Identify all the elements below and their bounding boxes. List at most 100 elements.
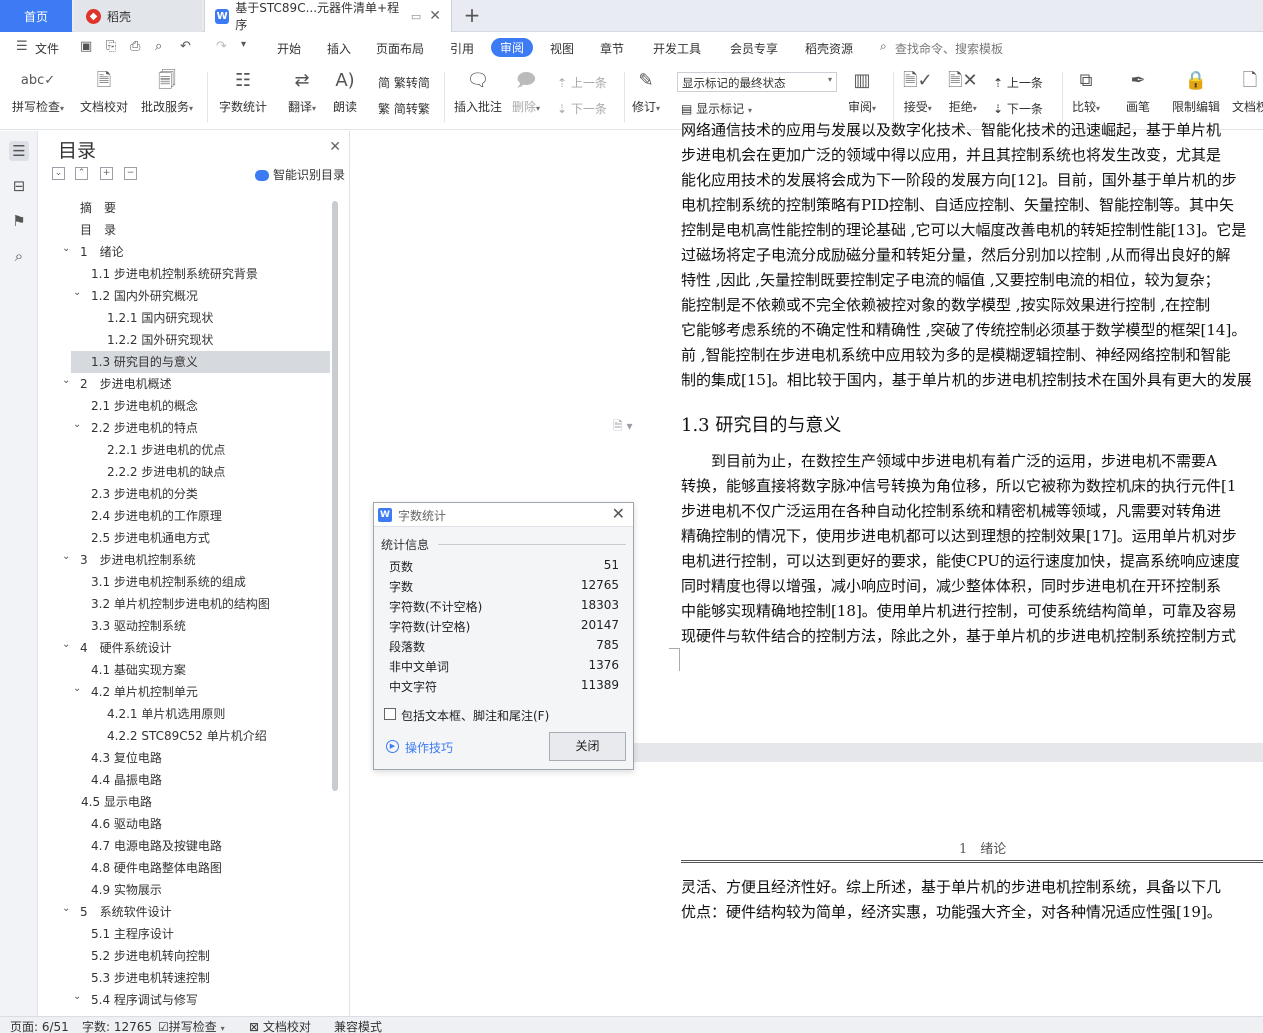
chevron-down-icon[interactable]: ⌄ xyxy=(73,678,81,700)
toc-item[interactable]: 4.2.1 单片机选用原则 xyxy=(38,703,330,725)
toc-item[interactable]: 2.2.1 步进电机的优点 xyxy=(38,439,330,461)
toc-item[interactable]: 2.5 步进电机通电方式 xyxy=(38,527,330,549)
tab-daoke[interactable]: ◆ 稻壳 xyxy=(74,0,202,32)
undo-icon[interactable]: ↶ xyxy=(180,39,191,54)
toc-item[interactable]: ⌄ 2 步进电机概述 xyxy=(38,373,330,395)
toc-item[interactable]: 4.6 驱动电路 xyxy=(38,813,330,835)
tab-pin-icon[interactable]: ▭ xyxy=(411,10,421,23)
doc-rights-button[interactable]: 🗋 文档权 xyxy=(1232,68,1263,115)
expand-up-icon[interactable]: ⌃ xyxy=(75,167,88,180)
hamburger-icon[interactable]: ☰ xyxy=(16,39,28,54)
toc-item[interactable]: 5.1 主程序设计 xyxy=(38,923,330,945)
toc-item[interactable]: 4.4 晶振电路 xyxy=(38,769,330,791)
include-footnotes-label[interactable]: 包括文本框、脚注和尾注(F) xyxy=(401,707,549,724)
tab-document[interactable]: W 基于STC89C...元器件清单+程序 ▭ ✕ xyxy=(204,0,452,32)
toc-item[interactable]: 3.3 驱动控制系统 xyxy=(38,615,330,637)
chevron-down-icon[interactable]: ⌄ xyxy=(62,634,70,656)
toc-item[interactable]: 1.1 步进电机控制系统研究背景 xyxy=(38,263,330,285)
accept-button[interactable]: 🗎✓ 接受▾ xyxy=(903,68,933,115)
smart-toc-button[interactable]: 智能识别目录 xyxy=(254,166,345,183)
menu-page-layout[interactable]: 页面布局 xyxy=(376,40,424,57)
command-search[interactable]: 查找命令、搜索模板 xyxy=(895,40,1003,57)
tab-close-icon[interactable]: ✕ xyxy=(429,8,441,24)
review-pane-button[interactable]: ▥ 审阅▾ xyxy=(848,68,876,115)
restrict-edit-button[interactable]: 🔒 限制编辑 xyxy=(1172,68,1220,115)
delete-comment-button[interactable]: 🗩 删除▾ xyxy=(512,68,540,115)
prev-comment-button[interactable]: ⇡ 上一条 xyxy=(557,74,607,91)
menu-review[interactable]: 审阅 xyxy=(491,38,534,57)
toc-icon[interactable]: ☰ xyxy=(9,141,29,161)
spell-check-status[interactable]: ☑拼写检查 ▾ xyxy=(158,1018,225,1033)
toc-item[interactable]: 4.7 电源电路及按键电路 xyxy=(38,835,330,857)
toc-scrollbar[interactable] xyxy=(332,201,338,791)
add-heading-icon[interactable]: + xyxy=(100,167,113,180)
word-count-button[interactable]: ☷ 字数统计 xyxy=(219,68,267,115)
toc-item[interactable]: 2.1 步进电机的概念 xyxy=(38,395,330,417)
chevron-down-icon[interactable]: ⌄ xyxy=(62,238,70,260)
simp-to-trad-button[interactable]: 繁 简转繁 xyxy=(378,100,430,117)
toc-item[interactable]: ⌄ 2.2 步进电机的特点 xyxy=(38,417,330,439)
annotate-service-button[interactable]: 🗐 批改服务▾ xyxy=(141,68,193,115)
toc-item[interactable]: 2.4 步进电机的工作原理 xyxy=(38,505,330,527)
doc-check-status[interactable]: ⊠ 文档校对 xyxy=(249,1018,311,1033)
next-comment-button[interactable]: ⇣ 下一条 xyxy=(557,100,607,117)
toc-item[interactable]: 摘 要 xyxy=(38,197,330,219)
document-page-next[interactable]: 1 绪论 灵活、方便且经济性好。综上所述，基于单片机的步进电机控制系统，具备以下… xyxy=(583,762,1263,1016)
save-icon[interactable]: ▣ xyxy=(80,39,92,54)
toc-item[interactable]: 2.2.2 步进电机的缺点 xyxy=(38,461,330,483)
quick-access-dropdown-icon[interactable]: ▾ xyxy=(241,39,246,50)
close-icon[interactable]: ✕ xyxy=(612,504,625,523)
toc-item[interactable]: 1.2.2 国外研究现状 xyxy=(38,329,330,351)
toc-item[interactable]: 4.9 实物展示 xyxy=(38,879,330,901)
search-icon[interactable]: ⌕ xyxy=(9,246,29,266)
toc-item[interactable]: 3.1 步进电机控制系统的组成 xyxy=(38,571,330,593)
chevron-down-icon[interactable]: ⌄ xyxy=(73,986,81,1008)
trad-to-simp-button[interactable]: 简 繁转简 xyxy=(378,74,430,91)
track-changes-button[interactable]: ✎ 修订▾ xyxy=(632,68,660,115)
pen-button[interactable]: ✒ 画笔 xyxy=(1126,68,1150,115)
bookmark-icon[interactable]: ⚑ xyxy=(9,211,29,231)
reject-button[interactable]: 🗎✕ 拒绝▾ xyxy=(948,68,978,115)
chevron-down-icon[interactable]: ⌄ xyxy=(62,546,70,568)
show-markup-button[interactable]: ▤ 显示标记 ▾ xyxy=(681,100,752,117)
toc-item[interactable]: 1.3 研究目的与意义 xyxy=(71,351,330,373)
document-page[interactable]: 网络通信技术的应用与发展以及数字化技术、智能化技术的迅速崛起，基于单片机 步进电机… xyxy=(583,121,1263,743)
toc-item[interactable]: ⌄ 3 步进电机控制系统 xyxy=(38,549,330,571)
close-button[interactable]: 关闭 xyxy=(549,732,626,761)
close-icon[interactable]: ✕ xyxy=(329,139,341,155)
menu-view[interactable]: 视图 xyxy=(550,40,574,57)
paragraph-options-icon[interactable]: 🗎 ▾ xyxy=(613,417,633,438)
toc-item[interactable]: ⌄ 4.2 单片机控制单元 xyxy=(38,681,330,703)
toc-item[interactable]: 目 录 xyxy=(38,219,330,241)
print-icon[interactable]: ⎙ xyxy=(130,39,140,54)
toc-item[interactable]: 1.2.1 国内研究现状 xyxy=(38,307,330,329)
toc-item[interactable]: 4.3 复位电路 xyxy=(38,747,330,769)
tab-home[interactable]: 首页 xyxy=(0,0,72,32)
insert-comment-button[interactable]: 🗨 插入批注 xyxy=(454,68,502,115)
read-aloud-button[interactable]: A) 朗读 xyxy=(333,68,357,115)
toc-item[interactable]: 4.1 基础实现方案 xyxy=(38,659,330,681)
collapse-all-icon[interactable]: ⌄ xyxy=(52,167,65,180)
toc-item[interactable]: 4.5 显示电路 xyxy=(38,791,330,813)
next-change-button[interactable]: ⇣ 下一条 xyxy=(993,100,1043,117)
page-indicator[interactable]: 页面: 6/51 xyxy=(10,1018,69,1033)
menu-file[interactable]: 文件 xyxy=(35,40,59,57)
export-pdf-icon[interactable]: ⎘ xyxy=(106,39,116,54)
tips-link[interactable]: 操作技巧 xyxy=(405,739,453,756)
menu-developer[interactable]: 开发工具 xyxy=(653,40,701,57)
word-count-indicator[interactable]: 字数: 12765 xyxy=(82,1018,152,1033)
prev-change-button[interactable]: ⇡ 上一条 xyxy=(993,74,1043,91)
menu-references[interactable]: 引用 xyxy=(450,40,474,57)
toc-item[interactable]: 4.2.2 STC89C52 单片机介绍 xyxy=(38,725,330,747)
new-tab-button[interactable]: + xyxy=(458,0,486,32)
translate-button[interactable]: ⇄ 翻译▾ xyxy=(288,68,316,115)
chevron-down-icon[interactable]: ⌄ xyxy=(73,414,81,436)
toc-item[interactable]: ⌄ 1.2 国内外研究概况 xyxy=(38,285,330,307)
redo-icon[interactable]: ↷ xyxy=(216,39,227,54)
toc-item[interactable]: ⌄ 5 系统软件设计 xyxy=(38,901,330,923)
chapter-nav-icon[interactable]: ⊟ xyxy=(9,176,29,196)
chevron-down-icon[interactable]: ⌄ xyxy=(73,282,81,304)
menu-start[interactable]: 开始 xyxy=(277,40,301,57)
chevron-down-icon[interactable]: ⌄ xyxy=(62,898,70,920)
chevron-down-icon[interactable]: ⌄ xyxy=(62,370,70,392)
